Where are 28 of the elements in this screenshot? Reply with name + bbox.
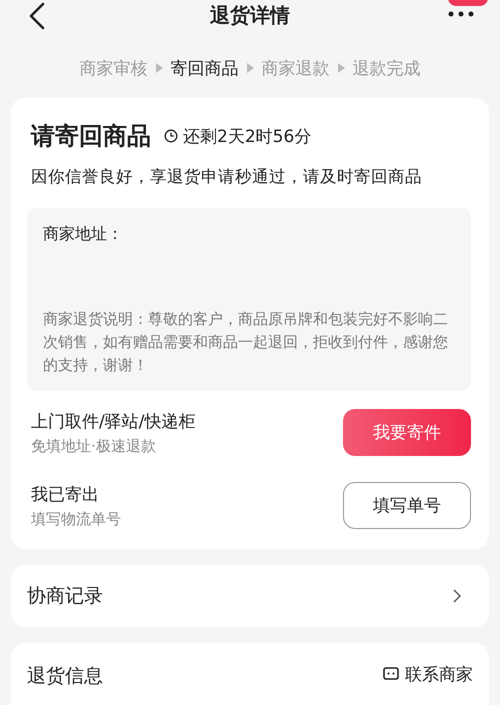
- row-title: 协商记录: [27, 584, 103, 609]
- card-title: 请寄回商品: [31, 121, 151, 152]
- option-title: 上门取件/驿站/快递柜: [31, 410, 196, 432]
- progress-step: 商家审核: [80, 56, 148, 80]
- contact-seller-link[interactable]: 联系商家: [405, 663, 473, 686]
- fill-number-button[interactable]: 填写单号: [343, 482, 471, 529]
- step-arrow-icon: [246, 63, 254, 73]
- back-icon[interactable]: [28, 2, 46, 30]
- card-subtitle: 因你信誉良好，享退货申请秒通过，请及时寄回商品: [31, 166, 423, 188]
- progress-step: 退款完成: [352, 56, 420, 80]
- return-note: 商家退货说明：尊敬的客户，商品原吊牌和包装完好不影响二次销售，如有赠品需要和商品一起退回，拒收到付件，感谢您的支持，谢谢！: [43, 309, 449, 376]
- countdown-text: 还剩2天2时56分: [183, 126, 312, 148]
- step-arrow-icon: [156, 63, 162, 73]
- more-icon[interactable]: [448, 11, 474, 17]
- option-description: 填写物流单号: [31, 510, 121, 528]
- option-description: 免填地址·极速退款: [31, 436, 157, 456]
- page-title: 退货详情: [210, 2, 290, 28]
- step-arrow-icon: [338, 63, 344, 73]
- progress-step: 商家退款: [262, 56, 330, 80]
- address-label: 商家地址：: [43, 224, 124, 245]
- section-title: 退货信息: [27, 664, 103, 689]
- chat-icon: [383, 667, 399, 682]
- clock-icon: [164, 129, 178, 143]
- chevron-right-icon: [453, 589, 461, 603]
- progress-step: 寄回商品: [170, 56, 238, 80]
- send-button[interactable]: 我要寄件: [343, 409, 471, 456]
- negotiation-row[interactable]: 协商记录: [11, 565, 489, 627]
- option-title: 我已寄出: [31, 484, 100, 506]
